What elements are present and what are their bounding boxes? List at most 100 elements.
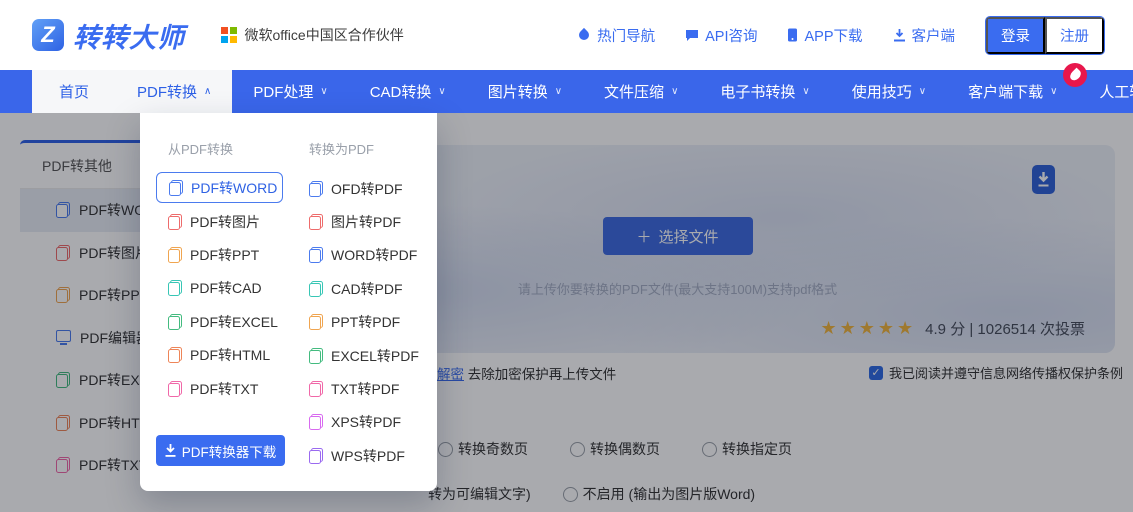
nav-label: PDF转换 <box>137 81 197 102</box>
file-icon <box>169 180 183 196</box>
menu-column-title: 从PDF转换 <box>156 139 296 158</box>
menu-item-ofd-to-pdf[interactable]: OFD转PDF <box>297 172 437 205</box>
api-label: API咨询 <box>705 25 757 46</box>
register-button[interactable]: 注册 <box>1045 17 1104 54</box>
menu-item-label: EXCEL转PDF <box>331 346 419 366</box>
pdf-convert-dropdown: 从PDF转换 PDF转WORD PDF转图片 PDF转PPT <box>140 113 437 491</box>
menu-item-pdf-to-html[interactable]: PDF转HTML <box>156 339 296 372</box>
menu-item-xps-to-pdf[interactable]: XPS转PDF <box>297 406 437 439</box>
download-button-label: PDF转换器下载 <box>182 441 277 461</box>
nav-label: 首页 <box>59 81 89 102</box>
nav-label: 图片转换 <box>488 81 548 102</box>
menu-item-txt-to-pdf[interactable]: TXT转PDF <box>297 372 437 405</box>
nav-item-ebook-convert[interactable]: 电子书转换 ∨ <box>699 70 830 113</box>
hot-nav-link[interactable]: 热门导航 <box>579 25 655 46</box>
menu-item-excel-to-pdf[interactable]: EXCEL转PDF <box>297 339 437 372</box>
nav-item-client-download[interactable]: 客户端下载 ∨ <box>947 70 1078 113</box>
file-icon <box>168 214 182 230</box>
menu-item-cad-to-pdf[interactable]: CAD转PDF <box>297 272 437 305</box>
nav-item-file-compress[interactable]: 文件压缩 ∨ <box>583 70 699 113</box>
download-icon <box>165 444 176 458</box>
header-links: 热门导航 API咨询 APP下载 客户端 <box>579 25 955 46</box>
partner-badge: 微软office中国区合作伙伴 <box>221 25 404 45</box>
nav-item-manual-convert[interactable]: 人工转换 HOT <box>1078 70 1133 113</box>
nav-label: 电子书转换 <box>720 81 795 102</box>
menu-item-wps-to-pdf[interactable]: WPS转PDF <box>297 439 437 472</box>
file-icon <box>309 247 323 263</box>
menu-item-label: PDF转EXCEL <box>190 312 278 332</box>
nav-item-image-convert[interactable]: 图片转换 ∨ <box>467 70 583 113</box>
file-icon <box>309 348 323 364</box>
file-icon <box>309 448 323 464</box>
menu-item-label: CAD转PDF <box>331 279 403 299</box>
chevron-down-icon: ∨ <box>671 86 678 97</box>
file-icon <box>309 181 323 197</box>
file-icon <box>168 247 182 263</box>
file-icon <box>168 381 182 397</box>
top-header: Z 转转大师 微软office中国区合作伙伴 热门导航 API咨询 APP下载 … <box>0 0 1133 70</box>
nav-item-home[interactable]: 首页 <box>32 70 116 113</box>
content-area: PDF转其他 PDF转WO PDF转图片 PDF转PPT PDF编辑器 PDF转… <box>0 113 1133 512</box>
chevron-down-icon: ∨ <box>320 86 327 97</box>
flame-icon <box>577 28 591 42</box>
menu-item-label: XPS转PDF <box>331 412 401 432</box>
app-download-link[interactable]: APP下载 <box>787 25 862 46</box>
nav-item-pdf-convert[interactable]: PDF转换 ∧ <box>116 70 232 113</box>
hot-nav-label: 热门导航 <box>597 25 655 46</box>
pdf-converter-download-button[interactable]: PDF转换器下载 <box>156 435 285 466</box>
file-icon <box>309 214 323 230</box>
menu-item-label: TXT转PDF <box>331 379 399 399</box>
microsoft-logo-icon <box>221 27 237 43</box>
menu-item-label: PDF转PPT <box>190 245 259 265</box>
chevron-down-icon: ∨ <box>555 86 562 97</box>
main-nav: 首页 PDF转换 ∧ PDF处理 ∨ CAD转换 ∨ 图片转换 ∨ 文件压缩 ∨… <box>0 70 1133 113</box>
chat-icon <box>685 29 699 42</box>
menu-column-to-pdf: 转换为PDF OFD转PDF 图片转PDF WORD转PDF <box>297 139 437 473</box>
menu-column-from-pdf: 从PDF转换 PDF转WORD PDF转图片 PDF转PPT <box>156 139 296 473</box>
menu-item-label: PDF转HTML <box>190 345 270 365</box>
chevron-down-icon: ∨ <box>1050 86 1057 97</box>
menu-item-ppt-to-pdf[interactable]: PPT转PDF <box>297 306 437 339</box>
download-icon <box>893 29 906 42</box>
menu-item-label: WORD转PDF <box>331 245 417 265</box>
nav-item-tips[interactable]: 使用技巧 ∨ <box>831 70 947 113</box>
file-icon <box>309 281 323 297</box>
file-icon <box>309 414 323 430</box>
menu-item-label: 图片转PDF <box>331 212 401 232</box>
site-logo[interactable]: Z 转转大师 <box>32 16 185 55</box>
menu-item-pdf-to-image[interactable]: PDF转图片 <box>156 205 296 238</box>
page: Z 转转大师 微软office中国区合作伙伴 热门导航 API咨询 APP下载 … <box>0 0 1133 512</box>
nav-label: 客户端下载 <box>968 81 1043 102</box>
chevron-down-icon: ∨ <box>919 86 926 97</box>
menu-item-pdf-to-cad[interactable]: PDF转CAD <box>156 272 296 305</box>
nav-item-cad-convert[interactable]: CAD转换 ∨ <box>349 70 467 113</box>
menu-item-label: PDF转WORD <box>191 178 277 198</box>
nav-label: CAD转换 <box>370 81 432 102</box>
menu-item-word-to-pdf[interactable]: WORD转PDF <box>297 239 437 272</box>
file-icon <box>168 347 182 363</box>
api-link[interactable]: API咨询 <box>685 25 757 46</box>
login-button[interactable]: 登录 <box>986 17 1045 54</box>
client-link[interactable]: 客户端 <box>893 25 956 46</box>
partner-text: 微软office中国区合作伙伴 <box>245 25 404 45</box>
nav-label: PDF处理 <box>253 81 313 102</box>
menu-item-pdf-to-excel[interactable]: PDF转EXCEL <box>156 305 296 338</box>
menu-item-label: PDF转TXT <box>190 379 258 399</box>
file-icon <box>309 314 323 330</box>
menu-item-pdf-to-word[interactable]: PDF转WORD <box>156 172 283 203</box>
nav-label: 使用技巧 <box>852 81 912 102</box>
file-icon <box>168 314 182 330</box>
nav-item-pdf-process[interactable]: PDF处理 ∨ <box>232 70 348 113</box>
menu-item-label: PDF转图片 <box>190 212 260 232</box>
file-icon <box>309 381 323 397</box>
chevron-up-icon: ∧ <box>204 86 211 97</box>
app-download-label: APP下载 <box>804 25 862 46</box>
menu-item-label: OFD转PDF <box>331 179 403 199</box>
menu-column-title: 转换为PDF <box>297 139 437 158</box>
chevron-down-icon: ∨ <box>802 86 809 97</box>
auth-buttons: 登录 注册 <box>985 16 1105 55</box>
menu-item-pdf-to-ppt[interactable]: PDF转PPT <box>156 238 296 271</box>
menu-item-pdf-to-txt[interactable]: PDF转TXT <box>156 372 296 405</box>
menu-item-image-to-pdf[interactable]: 图片转PDF <box>297 205 437 238</box>
logo-z-icon: Z <box>32 19 64 51</box>
